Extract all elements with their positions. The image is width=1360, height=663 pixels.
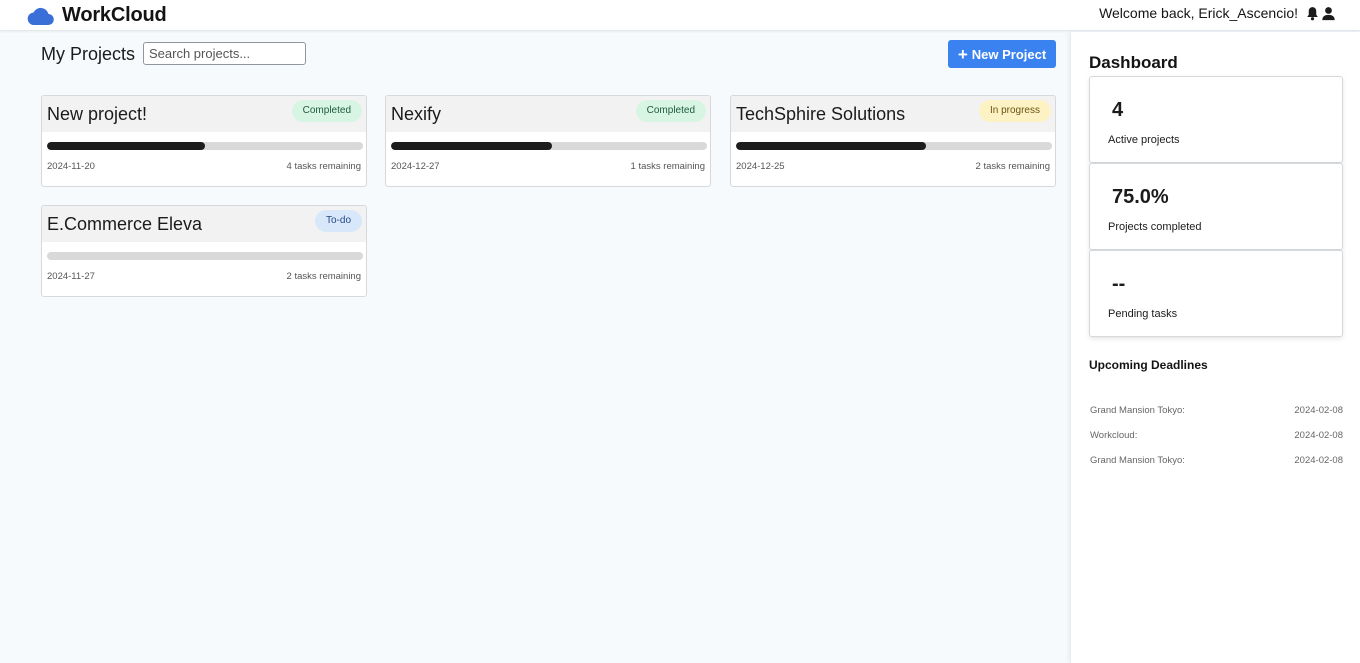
deadline-date: 2024-02-08 bbox=[1294, 430, 1343, 441]
projects-area: My Projects + New Project New project! C… bbox=[0, 32, 1070, 663]
card-header: Nexify Completed bbox=[386, 96, 710, 132]
stat-card-pending-tasks: -- Pending tasks bbox=[1089, 250, 1343, 337]
cloud-logo-icon bbox=[27, 7, 54, 25]
progress-fill bbox=[47, 142, 205, 150]
status-badge: To-do bbox=[314, 210, 362, 232]
project-date: 2024-12-27 bbox=[391, 161, 440, 172]
stat-label: Projects completed bbox=[1108, 221, 1202, 233]
project-date: 2024-11-20 bbox=[47, 161, 95, 172]
project-card[interactable]: New project! Completed 2024-11-20 4 task… bbox=[41, 95, 367, 187]
project-name: E.Commerce Eleva bbox=[47, 214, 203, 234]
progress-fill bbox=[736, 142, 926, 150]
progress-fill bbox=[391, 142, 553, 150]
tasks-remaining: 2 tasks remaining bbox=[286, 271, 361, 282]
page-title: My Projects bbox=[41, 44, 136, 64]
plus-icon: + bbox=[957, 44, 968, 64]
deadline-name: Grand Mansion Tokyo: bbox=[1090, 455, 1185, 466]
deadline-item: Grand Mansion Tokyo: 2024-02-08 bbox=[1089, 405, 1343, 419]
deadline-name: Grand Mansion Tokyo: bbox=[1090, 405, 1185, 416]
progress-bar bbox=[47, 142, 363, 150]
stat-card-projects-completed: 75.0% Projects completed bbox=[1089, 163, 1343, 250]
stat-label: Pending tasks bbox=[1108, 308, 1178, 320]
project-card[interactable]: E.Commerce Eleva To-do 2024-11-27 2 task… bbox=[41, 205, 367, 297]
tasks-remaining: 1 tasks remaining bbox=[630, 161, 705, 172]
tasks-remaining: 2 tasks remaining bbox=[975, 161, 1050, 172]
stat-value: -- bbox=[1112, 273, 1126, 295]
bell-icon[interactable] bbox=[1305, 6, 1320, 21]
tasks-remaining: 4 tasks remaining bbox=[286, 161, 361, 172]
project-card[interactable]: TechSphire Solutions In progress 2024-12… bbox=[730, 95, 1056, 187]
deadline-item: Workcloud: 2024-02-08 bbox=[1089, 430, 1343, 444]
user-icon[interactable] bbox=[1321, 6, 1336, 21]
new-project-button[interactable]: + New Project bbox=[948, 40, 1056, 68]
card-header: E.Commerce Eleva To-do bbox=[42, 206, 366, 242]
project-card[interactable]: Nexify Completed 2024-12-27 1 tasks rema… bbox=[385, 95, 711, 187]
top-bar: WorkCloud Welcome back, Erick_Ascencio! bbox=[0, 0, 1360, 31]
status-badge: In progress bbox=[978, 100, 1051, 122]
search-input[interactable] bbox=[143, 42, 306, 65]
dashboard-title: Dashboard bbox=[1089, 53, 1178, 72]
project-name: New project! bbox=[47, 104, 148, 124]
status-badge: Completed bbox=[291, 100, 362, 122]
stat-card-active-projects: 4 Active projects bbox=[1089, 76, 1343, 163]
deadline-date: 2024-02-08 bbox=[1294, 455, 1343, 466]
deadline-name: Workcloud: bbox=[1090, 430, 1138, 441]
deadline-date: 2024-02-08 bbox=[1294, 405, 1343, 416]
welcome-message: Welcome back, Erick_Ascencio! bbox=[1099, 5, 1298, 21]
dashboard-sidebar: Dashboard 4 Active projects 75.0% Projec… bbox=[1070, 32, 1360, 663]
user-area: Welcome back, Erick_Ascencio! bbox=[1099, 5, 1336, 21]
project-date: 2024-11-27 bbox=[47, 271, 95, 282]
stat-value: 75.0% bbox=[1112, 186, 1169, 208]
deadline-item: Grand Mansion Tokyo: 2024-02-08 bbox=[1089, 455, 1343, 469]
new-project-label: New Project bbox=[971, 46, 1047, 62]
progress-bar bbox=[736, 142, 1052, 150]
status-badge: Completed bbox=[635, 100, 706, 122]
stat-value: 4 bbox=[1112, 99, 1124, 121]
project-name: Nexify bbox=[391, 104, 442, 124]
app-logo[interactable]: WorkCloud bbox=[26, 4, 167, 27]
card-header: New project! Completed bbox=[42, 96, 366, 132]
stat-label: Active projects bbox=[1108, 134, 1180, 146]
progress-bar bbox=[391, 142, 707, 150]
upcoming-deadlines-title: Upcoming Deadlines bbox=[1089, 358, 1208, 372]
project-name: TechSphire Solutions bbox=[736, 104, 906, 124]
card-header: TechSphire Solutions In progress bbox=[731, 96, 1055, 132]
project-date: 2024-12-25 bbox=[736, 161, 785, 172]
app-name: WorkCloud bbox=[62, 4, 167, 26]
progress-bar bbox=[47, 252, 363, 260]
